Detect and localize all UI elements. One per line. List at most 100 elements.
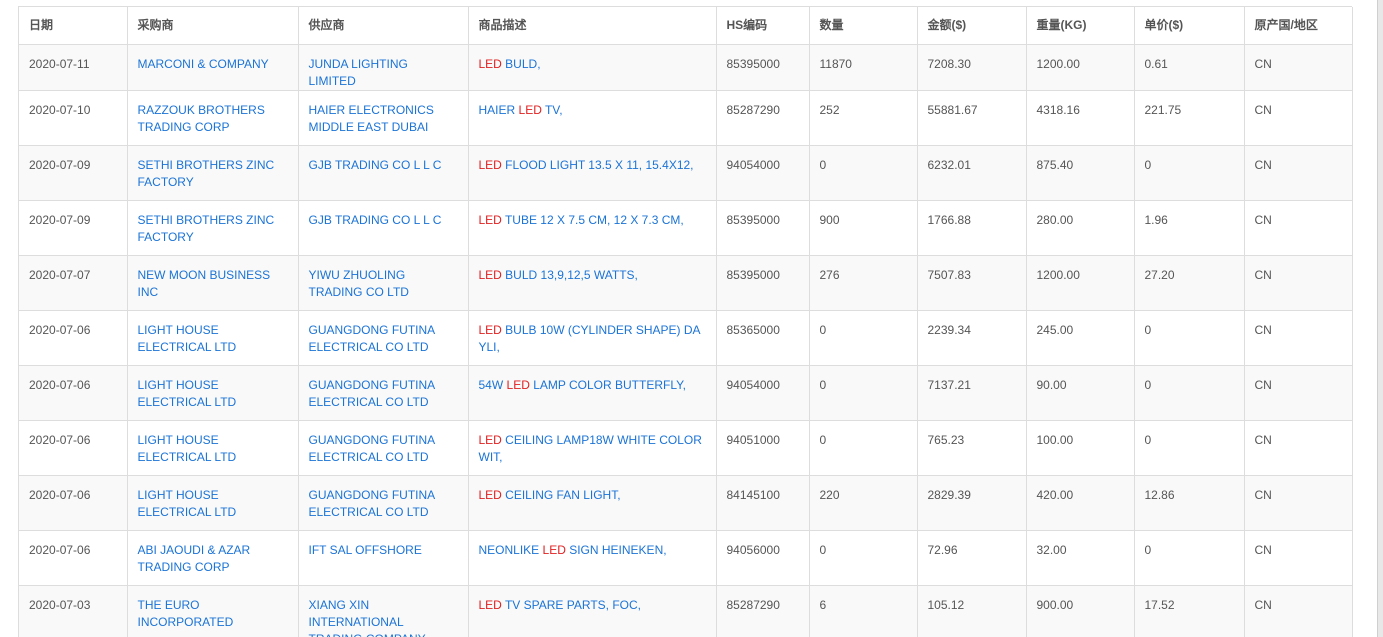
supplier-link-text[interactable]: JUNDA LIGHTING LIMITED (309, 57, 408, 88)
unit-price-cell: 1.96 (1134, 200, 1245, 256)
description-cell: NEONLIKE LED SIGN HEINEKEN, (468, 530, 717, 586)
unit-price-cell: 12.86 (1134, 475, 1245, 531)
table-row: 2020-07-07 NEW MOON BUSINESS INC YIWU ZHUO… (19, 255, 1353, 311)
hs-code-cell-text: 84145100 (726, 487, 780, 502)
quantity-cell: 0 (809, 310, 918, 366)
supplier-link-text[interactable]: YIWU ZHUOLING TRADING CO LTD (309, 268, 409, 299)
unit-price-cell-text: 17.52 (1144, 597, 1175, 612)
amount-cell: 1766.88 (917, 200, 1027, 256)
supplier-link-text[interactable]: GUANGDONG FUTINA ELECTRICAL CO LTD (309, 433, 435, 464)
description-link[interactable]: 54W LED LAMP COLOR BUTTERFLY, (479, 378, 686, 392)
weight-cell: 900.00 (1026, 585, 1135, 637)
hs-code-cell-text: 94056000 (726, 542, 780, 557)
date-cell-text: 2020-07-06 (29, 432, 91, 447)
date-cell: 2020-07-11 (19, 44, 128, 91)
header-date: 日期 (19, 7, 128, 45)
origin-cell-text: CN (1254, 542, 1272, 557)
search-keyword-highlight: LED (506, 377, 530, 392)
hs-code-cell: 94051000 (716, 420, 810, 476)
weight-cell: 100.00 (1026, 420, 1135, 476)
unit-price-cell: 221.75 (1134, 90, 1245, 146)
buyer-link-text[interactable]: LIGHT HOUSE ELECTRICAL LTD (138, 433, 237, 464)
supplier-link-text[interactable]: GJB TRADING CO L L C (309, 213, 442, 227)
amount-cell-text: 2829.39 (927, 487, 971, 502)
buyer-link-text[interactable]: THE EURO INCORPORATED (138, 598, 234, 629)
supplier-link-text[interactable]: GUANGDONG FUTINA ELECTRICAL CO LTD (309, 378, 435, 409)
unit-price-cell-text: 0 (1144, 322, 1152, 337)
weight-cell-text: 420.00 (1036, 487, 1074, 502)
date-cell-text: 2020-07-06 (29, 322, 91, 337)
buyer-link-text[interactable]: LIGHT HOUSE ELECTRICAL LTD (138, 488, 237, 519)
date-cell: 2020-07-09 (19, 200, 128, 256)
origin-cell-text: CN (1254, 322, 1272, 337)
supplier-link-text[interactable]: IFT SAL OFFSHORE (309, 543, 422, 557)
description-link[interactable]: LED TUBE 12 X 7.5 CM, 12 X 7.3 CM, (479, 213, 684, 227)
buyer-link: LIGHT HOUSE ELECTRICAL LTD (127, 310, 299, 366)
header-amount: 金额($) (917, 7, 1027, 45)
unit-price-cell: 0 (1134, 365, 1245, 421)
amount-cell: 7208.30 (917, 44, 1027, 91)
amount-cell-text: 105.12 (927, 597, 965, 612)
search-keyword-highlight: LED (518, 102, 542, 117)
description-link[interactable]: LED CEILING FAN LIGHT, (479, 488, 621, 502)
supplier-link: GUANGDONG FUTINA ELECTRICAL CO LTD (298, 420, 469, 476)
supplier-link-text[interactable]: XIANG XIN INTERNATIONAL TRADING COMPANY … (309, 598, 426, 637)
buyer-link-text[interactable]: LIGHT HOUSE ELECTRICAL LTD (138, 378, 237, 409)
table-row: 2020-07-06 LIGHT HOUSE ELECTRICAL LTD GUAN… (19, 420, 1353, 476)
buyer-link-text[interactable]: SETHI BROTHERS ZINC FACTORY (138, 213, 275, 244)
amount-cell: 2829.39 (917, 475, 1027, 531)
hs-code-cell: 94054000 (716, 365, 810, 421)
date-cell: 2020-07-06 (19, 475, 128, 531)
table-row: 2020-07-09 SETHI BROTHERS ZINC FACTORY GJB… (19, 145, 1353, 201)
description-suffix: TV, (541, 102, 563, 117)
origin-cell-text: CN (1254, 212, 1272, 227)
hs-code-cell-text: 85395000 (726, 267, 780, 282)
description-suffix: CEILING LAMP18W WHITE COLOR WIT, (478, 432, 702, 464)
date-cell: 2020-07-06 (19, 310, 128, 366)
supplier-link: GJB TRADING CO L L C (298, 145, 469, 201)
unit-price-cell: 0 (1134, 530, 1245, 586)
description-prefix: 54W (478, 377, 507, 392)
trade-records-table-wrapper: 日期 采购商 供应商 商品描述 HS编码 数量 金额($) 重量(KG) 单价(… (18, 6, 1353, 637)
description-link[interactable]: LED BULD, (479, 57, 541, 71)
supplier-link-text[interactable]: GJB TRADING CO L L C (309, 158, 442, 172)
origin-cell: CN (1244, 90, 1353, 146)
unit-price-cell: 0 (1134, 310, 1245, 366)
description-link[interactable]: LED BULD 13,9,12,5 WATTS, (479, 268, 638, 282)
description-link[interactable]: LED FLOOD LIGHT 13.5 X 11, 15.4X12, (479, 158, 694, 172)
unit-price-cell: 0.61 (1134, 44, 1245, 91)
supplier-link: YIWU ZHUOLING TRADING CO LTD (298, 255, 469, 311)
date-cell-text: 2020-07-09 (29, 157, 91, 172)
unit-price-cell-text: 0.61 (1144, 56, 1168, 71)
buyer-link: THE EURO INCORPORATED (127, 585, 299, 637)
description-link[interactable]: NEONLIKE LED SIGN HEINEKEN, (479, 543, 667, 557)
supplier-link-text[interactable]: GUANGDONG FUTINA ELECTRICAL CO LTD (309, 323, 435, 354)
description-cell: HAIER LED TV, (468, 90, 717, 146)
quantity-cell-text: 220 (819, 487, 840, 502)
buyer-link-text[interactable]: SETHI BROTHERS ZINC FACTORY (138, 158, 275, 189)
buyer-link: LIGHT HOUSE ELECTRICAL LTD (127, 365, 299, 421)
origin-cell: CN (1244, 365, 1353, 421)
buyer-link-text[interactable]: RAZZOUK BROTHERS TRADING CORP (138, 103, 265, 134)
description-link[interactable]: LED BULB 10W (CYLINDER SHAPE) DA YLI, (479, 323, 700, 354)
description-link[interactable]: HAIER LED TV, (479, 103, 563, 117)
description-cell: LED BULB 10W (CYLINDER SHAPE) DA YLI, (468, 310, 717, 366)
supplier-link-text[interactable]: HAIER ELECTRONICS MIDDLE EAST DUBAI (309, 103, 434, 134)
buyer-link-text[interactable]: NEW MOON BUSINESS INC (138, 268, 271, 299)
hs-code-cell-text: 85395000 (726, 212, 780, 227)
buyer-link-text[interactable]: LIGHT HOUSE ELECTRICAL LTD (138, 323, 237, 354)
buyer-link-text[interactable]: ABI JAOUDI & AZAR TRADING CORP (138, 543, 251, 574)
origin-cell-text: CN (1254, 377, 1272, 392)
quantity-cell: 900 (809, 200, 918, 256)
weight-cell-text: 280.00 (1036, 212, 1074, 227)
weight-cell: 32.00 (1026, 530, 1135, 586)
description-cell: 54W LED LAMP COLOR BUTTERFLY, (468, 365, 717, 421)
date-cell: 2020-07-10 (19, 90, 128, 146)
supplier-link-text[interactable]: GUANGDONG FUTINA ELECTRICAL CO LTD (309, 488, 435, 519)
buyer-link: LIGHT HOUSE ELECTRICAL LTD (127, 420, 299, 476)
amount-cell: 6232.01 (917, 145, 1027, 201)
quantity-cell: 0 (809, 420, 918, 476)
buyer-link-text[interactable]: MARCONI & COMPANY (138, 57, 269, 71)
description-link[interactable]: LED CEILING LAMP18W WHITE COLOR WIT, (479, 433, 702, 464)
description-link[interactable]: LED TV SPARE PARTS, FOC, (479, 598, 642, 612)
